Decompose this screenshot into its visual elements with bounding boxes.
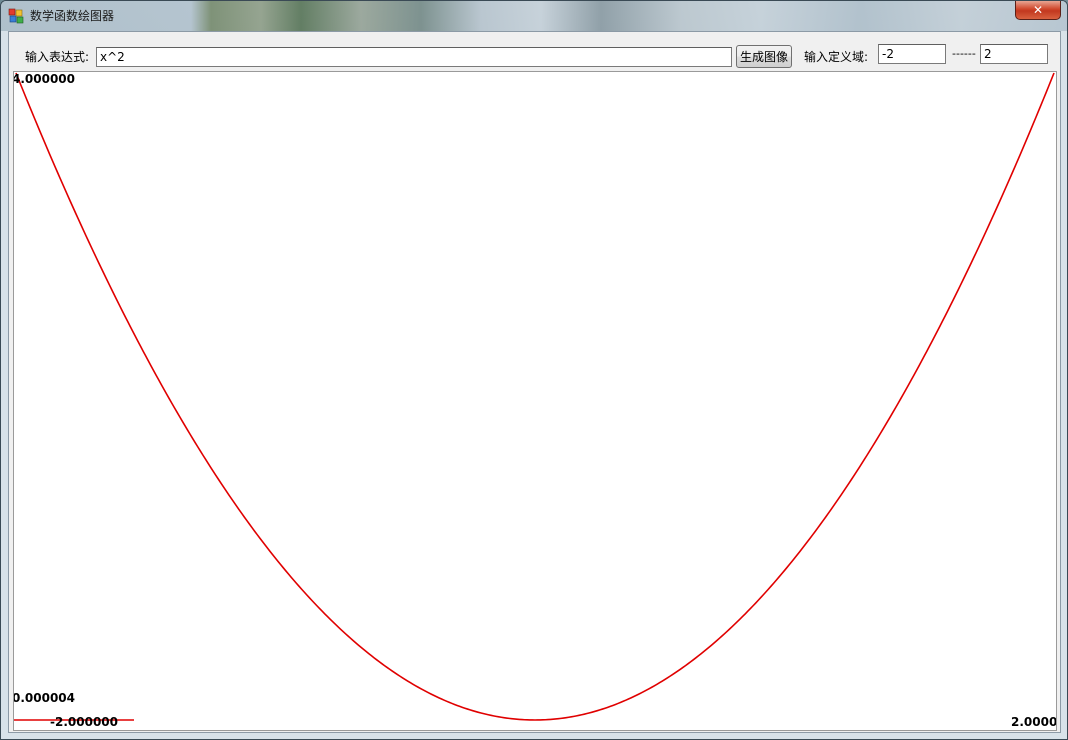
window-title: 数学函数绘图器 [30, 9, 115, 23]
generate-graph-button[interactable]: 生成图像 [736, 45, 792, 68]
domain-to-input[interactable] [980, 44, 1048, 64]
function-curve [15, 72, 1055, 721]
y-max-label: 4.000000 [13, 72, 76, 86]
x-max-label: 2.0000 [1011, 715, 1057, 729]
title-bar[interactable] [1, 1, 1067, 31]
expression-label: 输入表达式: [25, 50, 90, 64]
app-window: 数学函数绘图器 ✕ 输入表达式: 生成图像 输入定义域: ------ 4.00… [0, 0, 1068, 740]
client-area: 输入表达式: 生成图像 输入定义域: ------ 4.000000 0.000… [8, 31, 1061, 733]
plot-canvas [14, 72, 1055, 721]
app-icon [8, 8, 24, 24]
domain-from-input[interactable] [878, 44, 946, 64]
close-icon: ✕ [1032, 3, 1044, 17]
domain-separator: ------ [952, 47, 976, 60]
close-button[interactable]: ✕ [1015, 1, 1061, 20]
x-min-label: -2.000000 [50, 715, 118, 729]
plot-area[interactable]: 4.000000 0.000004 -2.000000 2.0000 [13, 71, 1057, 731]
domain-label: 输入定义域: [804, 50, 869, 64]
expression-input[interactable] [96, 47, 732, 67]
y-min-label: 0.000004 [13, 691, 76, 705]
